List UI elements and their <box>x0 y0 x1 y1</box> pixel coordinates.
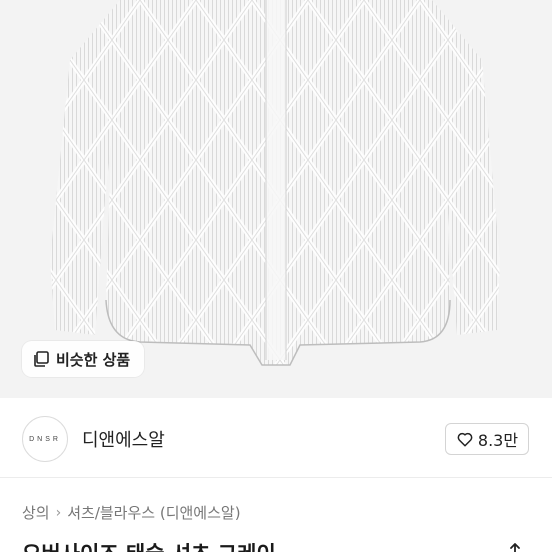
product-detail-page: 비슷한 상품 DNSR 디앤에스알 8.3만 상의 › 셔츠/블라우스 (디앤에… <box>0 0 552 552</box>
seller-avatar-text: DNSR <box>29 435 61 443</box>
chevron-right-icon: › <box>55 504 62 521</box>
share-icon[interactable] <box>505 542 525 552</box>
heart-icon <box>456 430 474 448</box>
stacked-squares-icon <box>32 350 50 368</box>
similar-products-button[interactable]: 비슷한 상품 <box>22 341 145 377</box>
breadcrumb: 상의 › 셔츠/블라우스 (디앤에스알) <box>22 502 241 523</box>
similar-products-label: 비슷한 상품 <box>56 350 131 369</box>
breadcrumb-item-category[interactable]: 상의 <box>22 502 50 523</box>
product-title: 오버사이즈 태슬 셔츠 그레이 <box>22 538 276 552</box>
seller-avatar[interactable]: DNSR <box>22 416 68 462</box>
like-button[interactable]: 8.3만 <box>445 423 529 455</box>
like-count: 8.3만 <box>477 431 519 450</box>
breadcrumb-item-subcategory[interactable]: 셔츠/블라우스 (디앤에스알) <box>67 502 240 523</box>
product-image[interactable]: 비슷한 상품 <box>0 0 552 398</box>
seller-name[interactable]: 디앤에스알 <box>82 426 165 452</box>
